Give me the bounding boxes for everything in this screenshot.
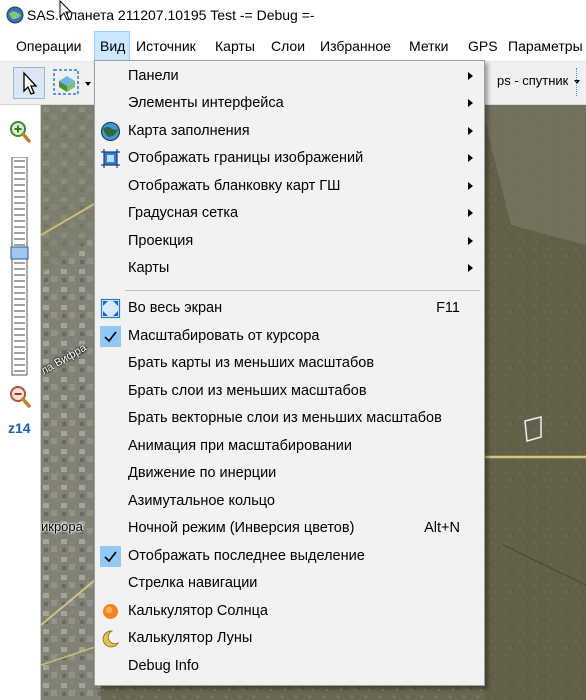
menu-item-moon-calculator[interactable]: Калькулятор Луны (95, 625, 484, 652)
menu-item-gs-map-sheets[interactable]: Отображать бланковку карт ГШ (95, 173, 484, 200)
menu-source[interactable]: Источник (131, 31, 201, 61)
map-type-chevron-icon (574, 79, 580, 84)
moon-icon (102, 630, 120, 648)
zoom-panel: z14 (0, 105, 41, 700)
map-type-selector[interactable]: ps - спутник (497, 73, 580, 88)
menu-item-inertia[interactable]: Движение по инерции (95, 460, 484, 487)
shortcut-label: Alt+N (424, 520, 460, 536)
submenu-arrow-icon (468, 127, 473, 135)
menu-item-show-last-selection[interactable]: Отображать последнее выделение (95, 543, 484, 570)
menu-item-fullscreen[interactable]: Во весь экран F11 (95, 295, 484, 322)
menu-gps[interactable]: GPS (463, 31, 503, 61)
view-menu-dropdown: Панели Элементы интерфейса Карта заполне… (94, 60, 485, 686)
zoom-out-icon[interactable] (9, 385, 31, 409)
menu-item-sun-calculator[interactable]: Калькулятор Солнца (95, 598, 484, 625)
menu-item-fill-map[interactable]: Карта заполнения (95, 118, 484, 145)
menu-favorites[interactable]: Избранное (315, 31, 396, 61)
menu-item-azimuth-ring[interactable]: Азимутальное кольцо (95, 488, 484, 515)
menu-item-degree-grid[interactable]: Градусная сетка (95, 200, 484, 227)
pointer-tool-button[interactable] (13, 67, 45, 99)
menu-bar: Операции Вид Источник Карты Слои Избранн… (0, 31, 586, 62)
menu-item-zoom-from-cursor[interactable]: Масштабировать от курсора (95, 323, 484, 350)
menu-parameters[interactable]: Параметры (503, 31, 586, 61)
map-district-label: икрора (41, 519, 83, 534)
menu-item-zoom-animation[interactable]: Анимация при масштабировании (95, 433, 484, 460)
app-icon (6, 6, 24, 24)
image-bounds-icon (101, 149, 120, 168)
select-area-icon (53, 69, 79, 95)
submenu-arrow-icon (468, 182, 473, 190)
map-type-label: ps - спутник (496, 73, 569, 88)
submenu-arrow-icon (468, 72, 473, 80)
zoom-slider[interactable] (8, 157, 32, 377)
menu-view[interactable]: Вид (94, 31, 130, 61)
menu-item-vector-layers-from-lower-zoom[interactable]: Брать векторные слои из меньших масштабо… (95, 405, 484, 432)
checkmark-icon (100, 546, 121, 567)
zoom-in-icon[interactable] (9, 120, 31, 144)
select-area-button[interactable] (51, 67, 83, 99)
menu-item-interface-elements[interactable]: Элементы интерфейса (95, 90, 484, 117)
menu-item-debug-info[interactable]: Debug Info (95, 653, 484, 680)
menu-item-image-bounds[interactable]: Отображать границы изображений (95, 145, 484, 172)
submenu-arrow-icon (468, 209, 473, 217)
menu-marks[interactable]: Метки (404, 31, 454, 61)
menu-operations[interactable]: Операции (11, 31, 87, 61)
pointer-icon (23, 71, 38, 95)
globe-icon (100, 121, 121, 142)
menu-item-maps-from-lower-zoom[interactable]: Брать карты из меньших масштабов (95, 350, 484, 377)
fullscreen-icon (100, 298, 121, 319)
menu-layers[interactable]: Слои (266, 31, 310, 61)
zoom-level-label: z14 (8, 420, 31, 436)
toolbar-separator (576, 68, 577, 96)
submenu-arrow-icon (468, 154, 473, 162)
menu-item-layers-from-lower-zoom[interactable]: Брать слои из меньших масштабов (95, 378, 484, 405)
menu-item-maps[interactable]: Карты (95, 255, 484, 282)
menu-item-night-mode[interactable]: Ночной режим (Инверсия цветов) Alt+N (95, 515, 484, 542)
sun-icon (103, 604, 118, 619)
menu-separator (125, 290, 480, 291)
submenu-arrow-icon (468, 99, 473, 107)
checkmark-icon (100, 326, 121, 347)
zoom-slider-thumb (10, 246, 29, 260)
title-bar: SAS.Планета 211207.10195 Test -= Debug =… (0, 0, 586, 31)
shortcut-label: F11 (436, 300, 460, 316)
menu-item-panels[interactable]: Панели (95, 63, 484, 90)
submenu-arrow-icon (468, 264, 473, 272)
menu-item-navigation-arrow[interactable]: Стрелка навигации (95, 570, 484, 597)
menu-item-projection[interactable]: Проекция (95, 228, 484, 255)
menu-maps[interactable]: Карты (210, 31, 260, 61)
select-area-dropdown-icon[interactable] (85, 82, 91, 86)
submenu-arrow-icon (468, 237, 473, 245)
mouse-cursor-icon (59, 0, 73, 21)
